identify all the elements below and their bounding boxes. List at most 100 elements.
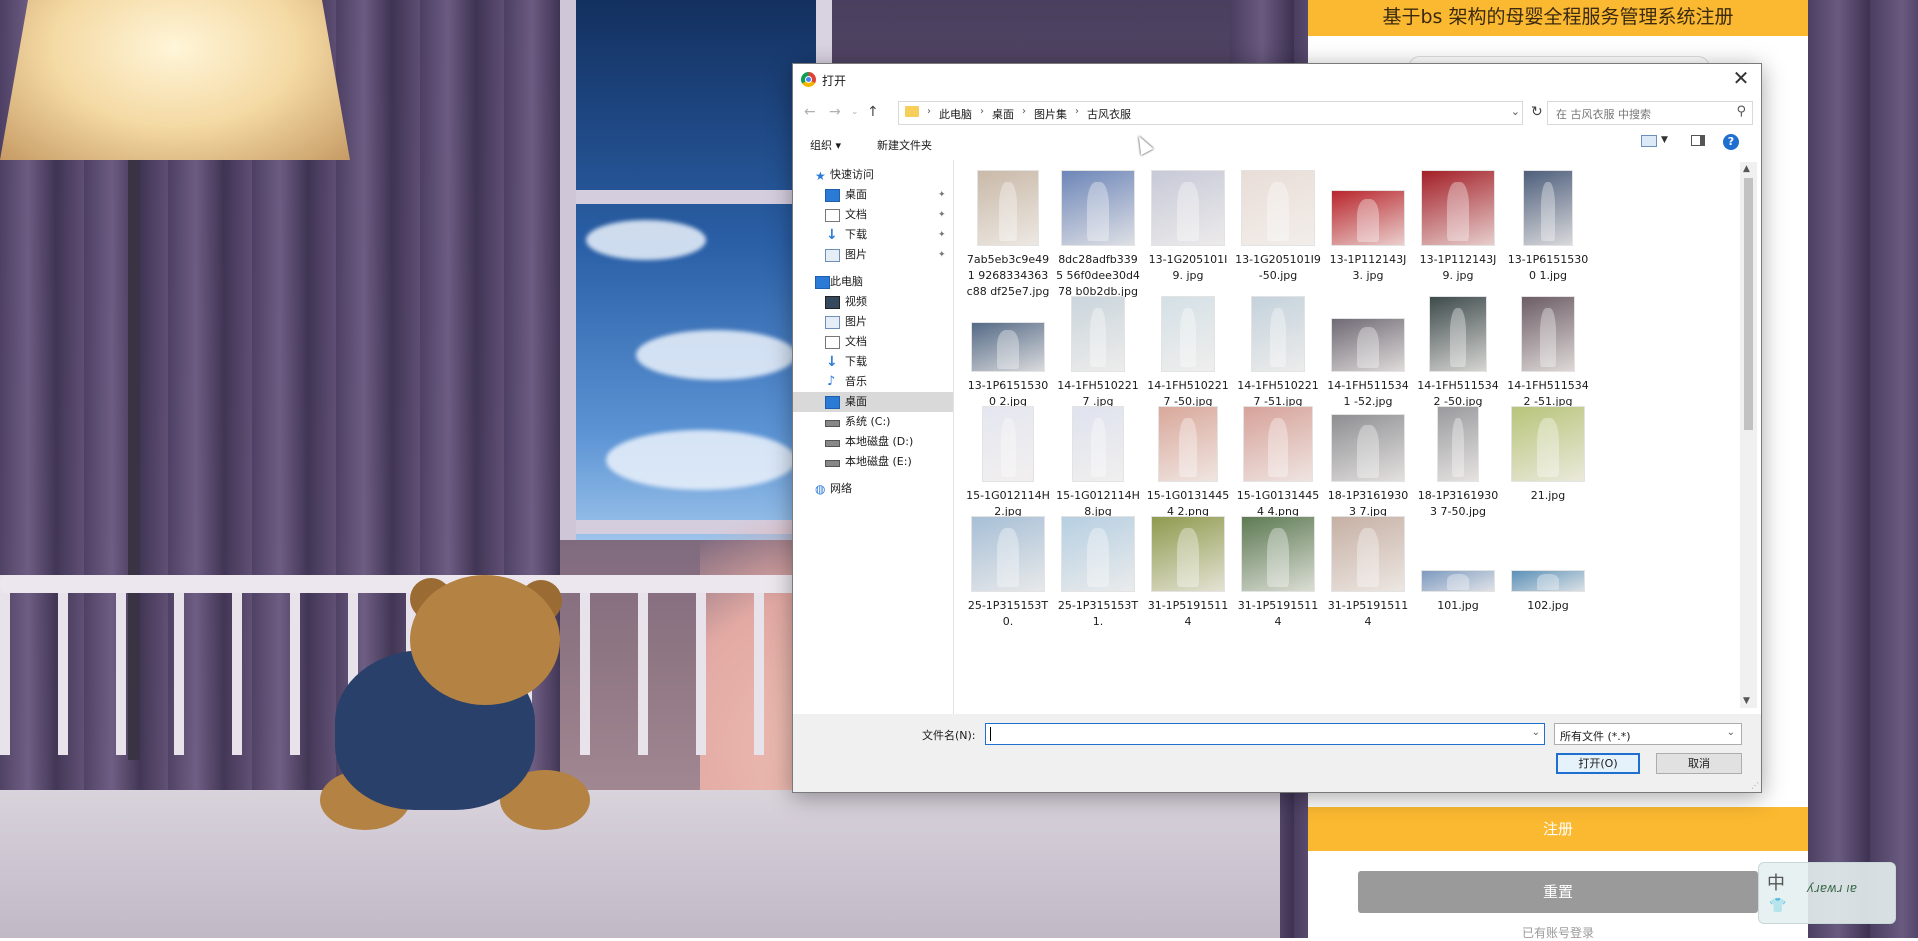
filename-input[interactable]: ⌄ [985, 723, 1545, 745]
file-thumbnail [1331, 190, 1405, 246]
nav-item-drive-e[interactable]: 本地磁盘 (E:) [793, 452, 953, 472]
address-bar[interactable]: › 此电脑 › 桌面 › 图片集 › 古风衣服 ⌄ [898, 101, 1523, 125]
file-item[interactable]: 14-1FH5102217 .jpg [1055, 294, 1141, 414]
nav-item-desktop[interactable]: 桌面 ✦ [793, 185, 953, 205]
organize-button[interactable]: 组织 ▾ [810, 137, 841, 153]
nav-item-desktop[interactable]: 桌面 [793, 392, 953, 412]
file-item[interactable]: 13-1P112143J3. jpg [1325, 168, 1411, 288]
nav-item-pictures[interactable]: 图片 [793, 312, 953, 332]
search-input[interactable]: 在 古风衣服 中搜索 ⚲ [1547, 101, 1753, 125]
file-item[interactable]: 13-1G205101I9. jpg [1145, 168, 1231, 288]
login-link[interactable]: 已有账号登录 [1308, 924, 1808, 941]
file-thumbnail [1421, 170, 1495, 246]
nav-item-network[interactable]: ◍ 网络 [793, 479, 953, 499]
file-thumbnail [1511, 406, 1585, 482]
refresh-icon[interactable]: ↻ [1531, 104, 1543, 120]
document-icon [825, 336, 840, 349]
file-item[interactable]: 31-1P51915114 [1145, 514, 1231, 634]
nav-item-documents[interactable]: 文档 [793, 332, 953, 352]
reset-button[interactable]: 重置 [1358, 871, 1758, 913]
nav-item-documents[interactable]: 文档 ✦ [793, 205, 953, 225]
recent-dropdown-icon[interactable]: ⌄ [851, 107, 859, 117]
file-thumbnail [1158, 406, 1218, 482]
close-button[interactable]: ✕ [1721, 64, 1761, 94]
file-item[interactable]: 13-1P61515300 2.jpg [965, 294, 1051, 414]
breadcrumb: › 此电脑 › 桌面 › 图片集 › 古风衣服 [925, 106, 1137, 122]
file-item[interactable]: 14-1FH5115341 -52.jpg [1325, 294, 1411, 414]
nav-item-label: 此电脑 [830, 275, 863, 288]
breadcrumb-item[interactable]: 桌面 [986, 106, 1020, 122]
register-button[interactable]: 注册 [1308, 807, 1808, 851]
music-icon: ♪ [827, 374, 836, 389]
file-item[interactable]: 25-1P315153T1. [1055, 514, 1141, 634]
ime-toolbar[interactable]: 中 👕 ʎɹɐʍɹ ıɐ [1758, 862, 1896, 924]
nav-item-drive-c[interactable]: 系统 (C:) [793, 412, 953, 432]
nav-item-music[interactable]: ♪ 音乐 [793, 372, 953, 392]
view-options-icon[interactable] [1641, 135, 1657, 147]
file-item[interactable]: 15-1G01314454 4.png [1235, 404, 1321, 524]
file-name: 25-1P315153T1. [1057, 599, 1139, 628]
file-item[interactable]: 14-1FH5102217 -50.jpg [1145, 294, 1231, 414]
shirt-icon[interactable]: 👕 [1769, 898, 1786, 914]
file-item[interactable]: 7ab5eb3c9e491 9268334363c88 df25e7.jpg [965, 168, 1051, 298]
breadcrumb-item[interactable]: 此电脑 [933, 106, 978, 122]
file-item[interactable]: 15-1G01314454 2.png [1145, 404, 1231, 524]
nav-item-label: 快速访问 [830, 168, 874, 181]
pane-divider[interactable] [953, 160, 954, 774]
file-item[interactable]: 14-1FH5102217 -51.jpg [1235, 294, 1321, 414]
back-arrow-icon[interactable]: ← [804, 104, 816, 120]
file-item[interactable]: 15-1G012114H 2.jpg [965, 404, 1051, 524]
new-folder-button[interactable]: 新建文件夹 [877, 137, 932, 153]
nav-item-downloads[interactable]: ↓ 下载 [793, 352, 953, 372]
file-item[interactable]: 31-1P51915114 [1325, 514, 1411, 634]
file-item[interactable]: 15-1G012114H 8.jpg [1055, 404, 1141, 524]
scrollbar-thumb[interactable] [1744, 178, 1753, 430]
resize-grip-icon[interactable]: ⋰ [1751, 781, 1759, 790]
nav-item-pictures[interactable]: 图片 ✦ [793, 245, 953, 265]
file-item[interactable]: 101.jpg [1415, 514, 1501, 634]
breadcrumb-item[interactable]: 图片集 [1028, 106, 1073, 122]
nav-item-this-pc[interactable]: 此电脑 [793, 272, 953, 292]
text-caret [990, 727, 991, 741]
search-icon[interactable]: ⚲ [1736, 104, 1746, 119]
handwriting-icon[interactable]: ʎɹɐʍɹ ıɐ [1807, 881, 1857, 895]
file-item[interactable]: 13-1P61515300 1.jpg [1505, 168, 1591, 288]
nav-item-downloads[interactable]: ↓ 下载 ✦ [793, 225, 953, 245]
pin-icon: ✦ [938, 250, 946, 260]
nav-item-drive-d[interactable]: 本地磁盘 (D:) [793, 432, 953, 452]
nav-item-quick-access[interactable]: ★ 快速访问 [793, 165, 953, 185]
file-item[interactable]: 18-1P31619303 7.jpg [1325, 404, 1411, 524]
open-button[interactable]: 打开(O) [1556, 753, 1640, 774]
chevron-down-icon[interactable]: ⌄ [1727, 727, 1735, 738]
file-item[interactable]: 102.jpg [1505, 514, 1591, 634]
file-type-select[interactable]: 所有文件 (*.*) ⌄ [1554, 723, 1742, 745]
dialog-titlebar[interactable]: 打开 ✕ [793, 64, 1761, 94]
chevron-down-icon[interactable]: ▼ [1661, 135, 1668, 145]
ime-mode-indicator[interactable]: 中 [1767, 869, 1785, 895]
up-arrow-icon[interactable]: ↑ [867, 104, 879, 120]
file-item[interactable]: 8dc28adfb3395 56f0dee30d478 b0b2db.jpg [1055, 168, 1141, 298]
cancel-button[interactable]: 取消 [1656, 753, 1742, 774]
file-thumbnail [971, 322, 1045, 372]
help-button[interactable]: ? [1723, 134, 1739, 150]
file-item[interactable]: 18-1P31619303 7-50.jpg [1415, 404, 1501, 524]
breadcrumb-item[interactable]: 古风衣服 [1081, 106, 1137, 122]
forward-arrow-icon[interactable]: → [829, 104, 841, 120]
file-item[interactable]: 13-1P112143J9. jpg [1415, 168, 1501, 288]
file-item[interactable]: 31-1P51915114 [1235, 514, 1321, 634]
scroll-down-icon[interactable]: ▼ [1743, 696, 1750, 706]
file-item[interactable]: 13-1G205101I9 -50.jpg [1235, 168, 1321, 288]
file-thumbnail [1331, 414, 1405, 482]
file-item[interactable]: 25-1P315153T0. [965, 514, 1051, 634]
chevron-down-icon[interactable]: ⌄ [1511, 105, 1520, 118]
chevron-down-icon[interactable]: ⌄ [1532, 727, 1540, 738]
vertical-scrollbar[interactable]: ▲ ▼ [1740, 162, 1757, 708]
file-item[interactable]: 21.jpg [1505, 404, 1591, 524]
file-item[interactable]: 14-1FH5115342 -50.jpg [1415, 294, 1501, 414]
preview-pane-icon[interactable] [1691, 135, 1705, 146]
scroll-up-icon[interactable]: ▲ [1743, 164, 1750, 174]
nav-item-label: 网络 [830, 482, 852, 495]
nav-item-label: 桌面 [845, 395, 867, 408]
file-item[interactable]: 14-1FH5115342 -51.jpg [1505, 294, 1591, 414]
nav-item-videos[interactable]: 视频 [793, 292, 953, 312]
